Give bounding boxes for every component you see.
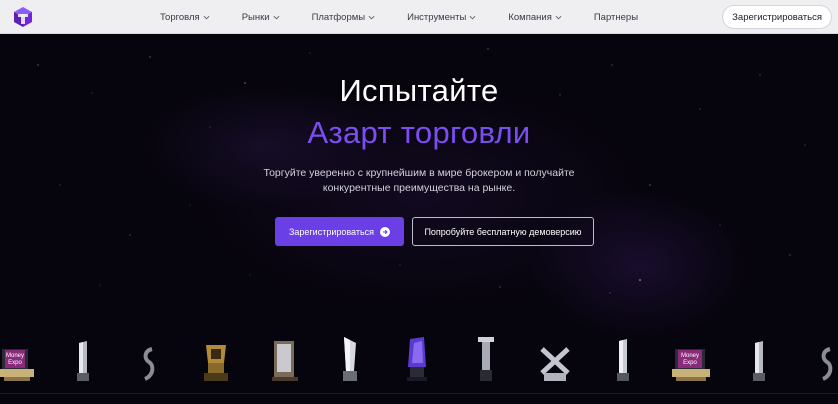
awards-row: Money Expo Money Expo <box>0 333 838 381</box>
top-navbar: Торговля Рынки Платформы Инструменты Ком… <box>0 0 838 34</box>
award-logo-text-2: Expo <box>683 360 697 366</box>
nav-item-label: Торговля <box>160 11 200 23</box>
chevron-down-icon <box>273 15 279 19</box>
silver-tower-trophy-icon <box>478 337 494 381</box>
chevron-down-icon <box>368 15 375 19</box>
plaque-award-icon <box>272 341 298 381</box>
register-button-header[interactable]: Зарегистрироваться <box>722 5 832 29</box>
x-trophy-icon <box>540 347 570 381</box>
brand-cube-icon[interactable] <box>12 6 34 28</box>
nav-item-trading[interactable]: Торговля <box>160 12 210 23</box>
chevron-down-icon <box>555 15 562 19</box>
nav-item-label: Партнеры <box>593 11 639 23</box>
dark-trophy-icon <box>821 347 833 381</box>
hero-title-line-1: Испытайте <box>339 73 499 108</box>
nav-item-partners[interactable]: Партнеры <box>594 12 638 23</box>
crystal-trophy-icon <box>753 341 765 381</box>
crystal-slab-trophy-icon <box>617 339 629 381</box>
nav-item-tools[interactable]: Инструменты <box>407 12 476 23</box>
crystal-trophy-icon <box>77 341 89 381</box>
award-logo-text-2: Expo <box>8 360 22 366</box>
nav-item-markets[interactable]: Рынки <box>242 12 280 23</box>
award-logo-text-1: Money <box>681 353 699 359</box>
register-button-label: Зарегистрироваться <box>288 226 375 237</box>
dark-trophy-icon <box>143 347 155 381</box>
chevron-down-icon <box>469 15 476 19</box>
nav-item-company[interactable]: Компания <box>508 11 562 23</box>
money-expo-award-icon: Money Expo <box>672 349 710 381</box>
nav-item-label: Платформы <box>311 11 366 23</box>
pharaoh-trophy-icon <box>204 345 228 381</box>
hero-section: Испытайте Азарт торговли Торгуйте уверен… <box>0 35 838 404</box>
crystal-spike-trophy-icon <box>343 337 357 381</box>
main-nav: Торговля Рынки Платформы Инструменты Ком… <box>160 0 638 34</box>
demo-button[interactable]: Попробуйте бесплатную демоверсию <box>412 217 594 246</box>
money-expo-award-icon: Money Expo <box>0 349 34 381</box>
register-button-hero[interactable]: Зарегистрироваться <box>275 217 404 246</box>
hero-subtitle: Торгуйте уверенно с крупнейшим в мире бр… <box>263 167 575 194</box>
nav-item-label: Инструменты <box>407 11 467 23</box>
nav-item-label: Рынки <box>241 11 270 23</box>
arrow-right-circle-icon <box>380 226 391 237</box>
section-divider <box>0 393 838 394</box>
page: Торговля Рынки Платформы Инструменты Ком… <box>0 0 838 404</box>
nav-item-platforms[interactable]: Платформы <box>312 12 376 23</box>
nav-item-label: Компания <box>508 11 552 23</box>
award-logo-text-1: Money <box>6 353 24 359</box>
chevron-down-icon <box>203 15 210 19</box>
hero-title-line-2: Азарт торговли <box>307 115 531 150</box>
purple-trophy-icon <box>407 337 427 381</box>
